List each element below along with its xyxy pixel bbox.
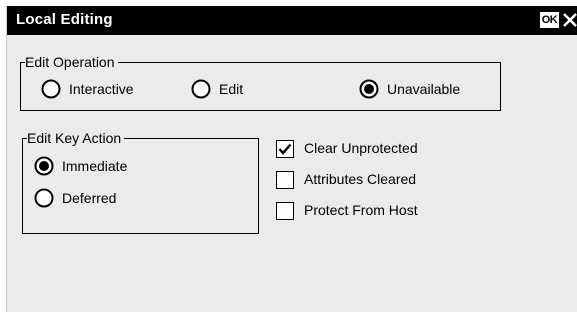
checkbox-attributes-cleared[interactable]: Attributes Cleared [276, 171, 476, 193]
radio-deferred-label: Deferred [62, 190, 117, 206]
radio-edit-label: Edit [219, 81, 244, 97]
local-editing-window: Local Editing OK Edit Operation Interact… [6, 6, 577, 312]
radio-unselected-icon [41, 79, 61, 99]
radio-immediate[interactable]: Immediate [34, 156, 164, 178]
radio-unavailable-label: Unavailable [387, 81, 461, 97]
checkbox-unchecked-icon [276, 202, 294, 220]
checkbox-clear-unprotected[interactable]: Clear Unprotected [276, 140, 476, 162]
checkbox-protect-from-host-label: Protect From Host [304, 202, 418, 218]
radio-immediate-label: Immediate [62, 158, 128, 174]
radio-deferred[interactable]: Deferred [34, 188, 164, 210]
edit-key-action-legend: Edit Key Action [27, 129, 125, 147]
title-bar: Local Editing OK [7, 6, 577, 35]
ok-button[interactable]: OK [540, 12, 559, 28]
radio-unavailable[interactable]: Unavailable [359, 79, 494, 101]
radio-selected-icon [34, 156, 54, 176]
checkbox-unchecked-icon [276, 171, 294, 189]
radio-selected-icon [359, 79, 379, 99]
radio-edit[interactable]: Edit [191, 79, 291, 101]
window-title: Local Editing [16, 11, 113, 28]
edit-operation-group: Edit Operation Interactive Edit Unavaila… [20, 53, 501, 111]
radio-unselected-icon [191, 79, 211, 99]
radio-interactive[interactable]: Interactive [41, 79, 181, 101]
checkbox-clear-unprotected-label: Clear Unprotected [304, 140, 418, 156]
checkbox-checked-icon [276, 140, 294, 158]
radio-unselected-icon [34, 188, 54, 208]
checkbox-protect-from-host[interactable]: Protect From Host [276, 202, 476, 224]
edit-operation-legend: Edit Operation [25, 53, 118, 71]
radio-interactive-label: Interactive [69, 81, 134, 97]
checkbox-attributes-cleared-label: Attributes Cleared [304, 171, 417, 187]
close-icon[interactable] [562, 12, 577, 28]
edit-key-action-group: Edit Key Action Immediate Deferred [22, 129, 259, 234]
